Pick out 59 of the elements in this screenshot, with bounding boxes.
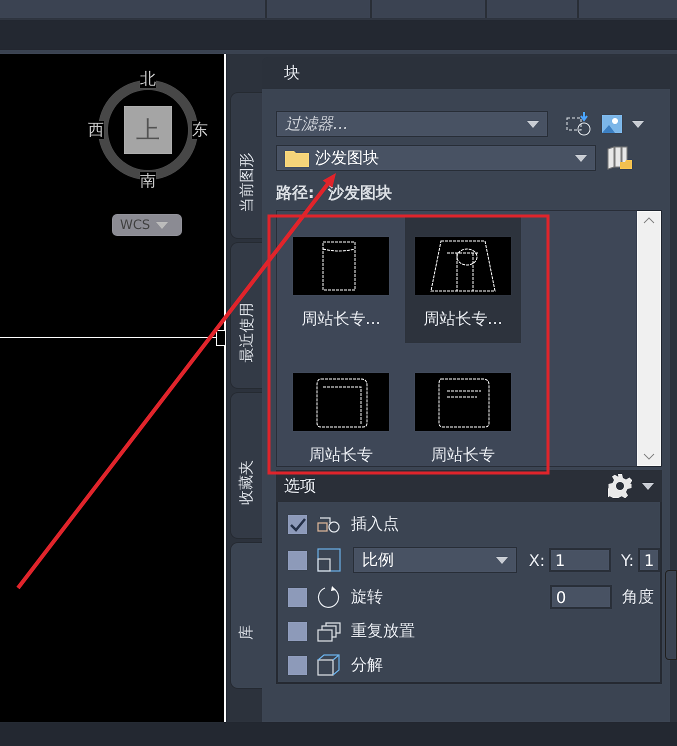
option-label: 分解 (351, 654, 383, 676)
side-tab[interactable]: 收藏夹 (230, 392, 262, 539)
option-label: 重复放置 (351, 621, 415, 642)
scrollbar[interactable] (637, 211, 661, 466)
caret-icon (496, 556, 508, 564)
library-icon[interactable] (606, 145, 632, 171)
y-label: Y: (620, 550, 634, 570)
compass-label[interactable]: 北 (140, 70, 156, 88)
checkbox[interactable] (288, 588, 307, 606)
check-icon (290, 518, 306, 532)
checkbox[interactable] (288, 515, 307, 534)
chevron-down-icon[interactable] (643, 453, 655, 460)
block-tile[interactable]: 周站长专 (405, 351, 521, 466)
checkbox[interactable] (288, 622, 307, 641)
folder-icon (285, 149, 309, 167)
x-label: X: (528, 550, 546, 570)
palette-title: 块 (284, 62, 300, 84)
settings-icon[interactable] (608, 474, 632, 498)
option-label: 插入点 (351, 514, 399, 535)
sofa-drawing (430, 240, 496, 292)
compass-label[interactable]: 南 (140, 172, 156, 190)
compass-label[interactable]: 西 (88, 121, 104, 139)
checkbox[interactable] (288, 550, 307, 570)
options-title: 选项 (284, 476, 316, 496)
side-tab[interactable]: 最近使用 (230, 242, 262, 389)
repeat-icon (317, 622, 341, 642)
scale-select[interactable]: 比例 (352, 547, 517, 573)
block-tile[interactable]: 周站长专 (283, 351, 399, 466)
filter-field[interactable]: 过滤器... (276, 111, 548, 137)
block-tile[interactable]: 周站长专... (405, 215, 521, 343)
side-tab[interactable]: 库 (230, 542, 262, 689)
loveseat-drawing (438, 378, 490, 428)
chevron-up-icon[interactable] (643, 217, 655, 224)
explode-icon (317, 654, 341, 676)
folder-select[interactable]: 沙发图块 (276, 145, 596, 171)
picture-icon[interactable] (602, 115, 622, 133)
angle-unit: 角度 (622, 586, 654, 608)
x-scale-field[interactable]: 1 (549, 548, 611, 572)
caret-icon (527, 120, 539, 128)
caret-icon (156, 222, 168, 228)
armchair-drawing (316, 378, 368, 428)
scale-icon (317, 548, 341, 572)
caret-icon (632, 120, 644, 128)
chair-drawing (322, 242, 356, 290)
side-tab[interactable]: 当前图形 (230, 92, 262, 239)
angle-field[interactable]: 0 (550, 585, 612, 609)
checkbox[interactable] (288, 656, 307, 674)
crosshair-box (216, 330, 226, 346)
caret-icon (642, 482, 654, 490)
y-scale-field[interactable]: 1 (638, 548, 660, 572)
rotate-icon (317, 585, 341, 609)
block-tile[interactable]: 周站长专... (283, 215, 399, 343)
caret-icon (575, 154, 587, 162)
insert-point-icon (317, 516, 341, 532)
drawing-viewport[interactable]: 北 西 上 东 南 WCS (0, 54, 226, 722)
compass-label[interactable]: 东 (192, 121, 208, 139)
option-label: 旋转 (351, 586, 384, 608)
insert-block-icon[interactable] (566, 112, 592, 136)
path-label: 路径: 沙发图块 (276, 183, 393, 203)
